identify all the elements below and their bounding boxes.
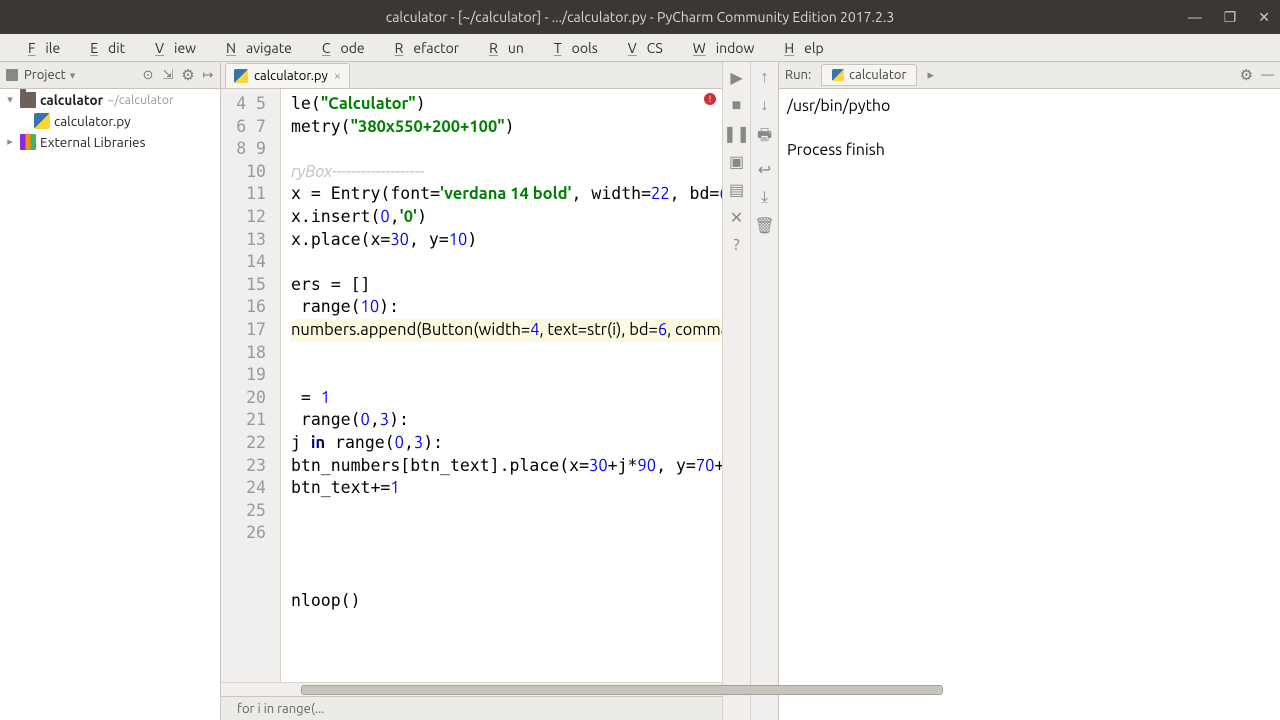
project-icon <box>4 67 20 83</box>
run-icon[interactable]: ▶ <box>730 68 742 87</box>
menu-item-window[interactable]: Window <box>673 36 765 60</box>
external-libraries-node[interactable]: ▸ External Libraries <box>0 131 220 152</box>
scroll-from-source-icon[interactable]: ⊙ <box>140 67 156 83</box>
minimize-run-icon[interactable]: — <box>1261 68 1274 82</box>
menu-item-run[interactable]: Run <box>469 36 534 60</box>
run-config-tab[interactable]: calculator <box>821 64 917 86</box>
window-title: calculator - [~/calculator] - .../calcul… <box>386 9 895 25</box>
menu-item-edit[interactable]: Edit <box>70 36 135 60</box>
project-tree[interactable]: ▾ calculator ~/calculator calculator.py … <box>0 89 220 720</box>
chevron-right-icon[interactable]: ▸ <box>927 68 934 83</box>
run-action-column: ▶ ■ ❚❚ ▣ ▤ ✕ ? <box>722 62 750 720</box>
run-label: Run: <box>785 68 811 82</box>
collapse-all-icon[interactable]: ⇲ <box>160 67 176 83</box>
hide-tool-icon[interactable]: ↦ <box>200 67 216 83</box>
editor-tabs: calculator.py × <box>221 62 722 89</box>
export-icon[interactable]: 🖶 <box>757 124 772 151</box>
line-gutter: 4 5 6 7 8 9 10 11 12 13 14 15 16 17 18 1… <box>221 89 281 682</box>
menu-item-tools[interactable]: Tools <box>534 36 608 60</box>
project-sidebar: Project ▾ ⊙ ⇲ ⚙ ↦ ▾ calculator ~/calcula… <box>0 62 221 720</box>
trash-icon[interactable]: 🗑 <box>754 216 774 235</box>
menu-item-refactor[interactable]: Refactor <box>375 36 469 60</box>
run-output[interactable]: /usr/bin/pytho Process finish <box>779 89 1280 720</box>
run-tabs: Run: calculator ▸ ⚙ — <box>779 62 1280 89</box>
external-libraries-label: External Libraries <box>40 134 145 150</box>
wrap-icon[interactable]: ↩ <box>758 160 771 179</box>
run-output-line: Process finish <box>787 141 885 159</box>
project-tool-header: Project ▾ ⊙ ⇲ ⚙ ↦ <box>0 62 220 89</box>
pause-icon[interactable]: ❚❚ <box>723 124 750 143</box>
window-titlebar: calculator - [~/calculator] - .../calcul… <box>0 0 1280 34</box>
python-file-icon <box>234 69 248 83</box>
run-panel: Run: calculator ▸ ⚙ — /usr/bin/pytho Pro… <box>778 62 1280 720</box>
python-file-icon <box>832 69 844 81</box>
down-icon[interactable]: ↓ <box>761 96 769 115</box>
menu-item-navigate[interactable]: Navigate <box>206 36 302 60</box>
folder-icon <box>20 92 36 108</box>
project-tool-title[interactable]: Project <box>24 68 66 82</box>
breadcrumb-text: for i in range(... <box>237 702 325 716</box>
project-file-node[interactable]: calculator.py <box>0 110 220 131</box>
stop-icon[interactable]: ■ <box>732 96 742 115</box>
up-icon[interactable]: ↑ <box>761 68 769 87</box>
editor-breadcrumb[interactable]: for i in range(... <box>221 696 722 720</box>
run-output-line: /usr/bin/pytho <box>787 97 890 115</box>
editor-tab-label: calculator.py <box>254 69 328 83</box>
libraries-icon <box>20 134 36 150</box>
run-config-name: calculator <box>849 68 906 82</box>
layout-icon[interactable]: ▤ <box>729 180 744 199</box>
help-icon[interactable]: ? <box>733 236 739 254</box>
scroll-end-icon[interactable]: ⤓ <box>761 188 768 207</box>
close-tab-icon[interactable]: × <box>334 69 341 83</box>
project-root-node[interactable]: ▾ calculator ~/calculator <box>0 89 220 110</box>
window-minimize-button[interactable]: — <box>1188 9 1202 25</box>
error-indicator-icon[interactable]: ! <box>704 93 716 105</box>
menu-item-view[interactable]: View <box>135 36 206 60</box>
code-editor[interactable]: le("Calculator") metry("380x550+200+100"… <box>281 89 722 682</box>
menu-item-help[interactable]: Help <box>764 36 833 60</box>
project-path: ~/calculator <box>107 93 174 107</box>
menubar: FileEditViewNavigateCodeRefactorRunTools… <box>0 34 1280 62</box>
project-file-name: calculator.py <box>54 113 131 129</box>
editor-tab[interactable]: calculator.py × <box>225 63 350 88</box>
menu-item-code[interactable]: Code <box>302 36 375 60</box>
window-maximize-button[interactable]: ❐ <box>1224 9 1237 26</box>
window-close-button[interactable]: ✕ <box>1258 9 1270 26</box>
horizontal-scrollbar[interactable] <box>221 682 722 696</box>
menu-item-file[interactable]: File <box>8 36 70 60</box>
settings-gear-icon[interactable]: ⚙ <box>180 67 196 83</box>
python-file-icon <box>34 113 50 129</box>
dump-icon[interactable]: ▣ <box>729 152 744 171</box>
run-nav-column: ↑ ↓ 🖶 ↩ ⤓ 🗑 <box>750 62 778 720</box>
editor-area: 4 5 6 7 8 9 10 11 12 13 14 15 16 17 18 1… <box>221 89 722 682</box>
project-name: calculator <box>40 92 103 108</box>
run-settings-icon[interactable]: ⚙ <box>1240 66 1253 84</box>
close-run-icon[interactable]: ✕ <box>730 208 743 227</box>
menu-item-vcs[interactable]: VCS <box>608 36 673 60</box>
